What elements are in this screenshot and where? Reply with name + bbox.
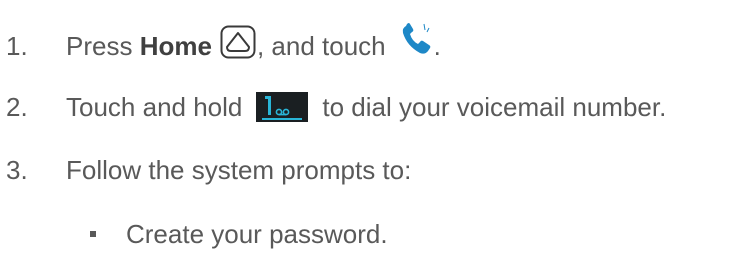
home-key-label: Home — [139, 31, 212, 61]
phone-icon — [400, 22, 434, 58]
step-number: 1. — [6, 31, 28, 61]
step-2: 2. Touch and hold to dial your voicemail… — [0, 92, 666, 122]
home-icon — [220, 25, 256, 59]
step-text: Press Home , and touch . — [66, 23, 441, 64]
list-item: Create your password. — [0, 219, 388, 249]
bullet-icon — [90, 231, 96, 237]
step-1: 1. Press Home , and touch . — [0, 23, 441, 64]
voicemail-key-icon — [256, 92, 309, 122]
bullet-text: Create your password. — [126, 219, 388, 249]
step-text-middle: , and touch — [256, 31, 386, 61]
step-text-after: to dial your voicemail number. — [322, 92, 667, 122]
step-text: Follow the system prompts to: — [66, 155, 412, 185]
step-text-after: . — [433, 31, 441, 61]
step-text-before: Touch and hold — [66, 92, 243, 122]
step-number: 3. — [6, 155, 28, 185]
step-number: 2. — [6, 92, 28, 122]
step-text-before: Press — [66, 31, 133, 61]
step-text: Touch and hold to dial your voicemail nu… — [66, 92, 666, 122]
step-3: 3. Follow the system prompts to: — [0, 155, 411, 185]
